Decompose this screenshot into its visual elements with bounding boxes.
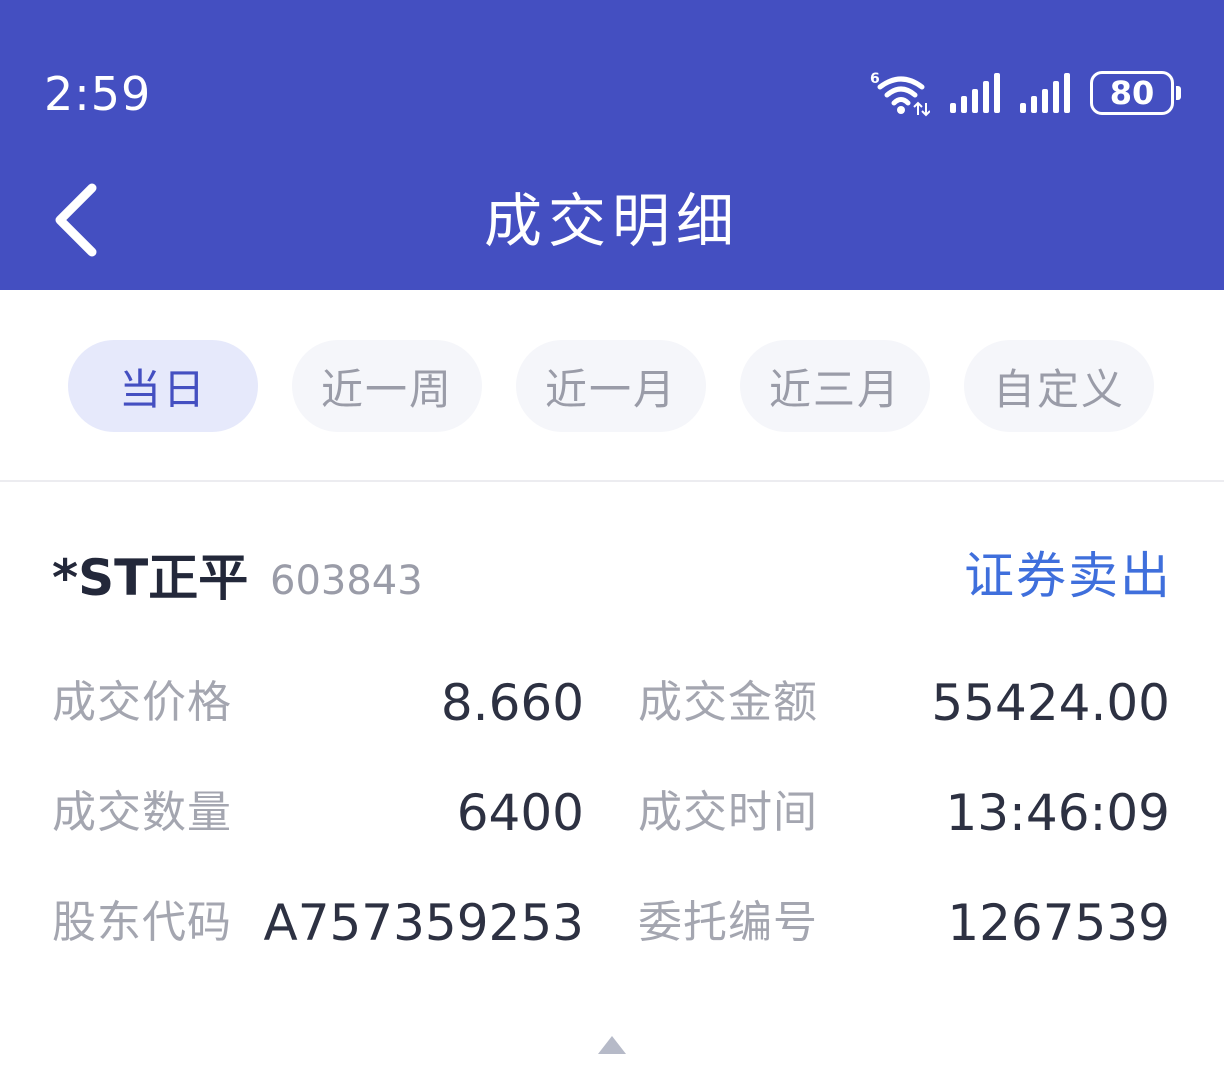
holder-code-value: A757359253 [263,894,584,952]
status-time: 2:59 [44,67,152,121]
nav-bar: 成交明细 [0,150,1224,290]
battery-icon: 80 [1090,71,1181,115]
signal-icon [1020,73,1070,113]
detail-row: 成交数量 6400 成交时间 13:46:09 [0,778,1224,848]
triangle-up-icon [598,1036,626,1054]
date-range-tabs: 当日 近一周 近一月 近三月 自定义 [0,290,1224,482]
tab-custom[interactable]: 自定义 [964,340,1154,432]
trade-record[interactable]: *ST正平 603843 证券卖出 成交价格 8.660 成交金额 55424.… [0,484,1224,1024]
wifi-badge: 6 [870,71,880,87]
tab-today[interactable]: 当日 [68,340,258,432]
app-header: 2:59 6 80 成交明细 [0,0,1224,290]
status-bar: 2:59 6 80 [0,0,1224,150]
detail-row: 成交价格 8.660 成交金额 55424.00 [0,668,1224,738]
detail-row: 股东代码 A757359253 委托编号 1267539 [0,888,1224,958]
battery-level: 80 [1109,74,1155,112]
quantity-label: 成交数量 [52,787,232,838]
price-value: 8.660 [440,674,584,732]
order-number-label: 委托编号 [638,897,818,948]
collapse-toggle[interactable] [596,1034,628,1056]
amount-label: 成交金额 [638,677,818,728]
holder-code-label: 股东代码 [52,897,232,948]
order-number-value: 1267539 [947,894,1170,952]
quantity-value: 6400 [456,784,584,842]
trade-type: 证券卖出 [964,547,1172,605]
amount-value: 55424.00 [931,674,1170,732]
status-icons: 6 80 [870,68,1181,118]
wifi-icon: 6 [870,69,930,117]
tab-last-three-months[interactable]: 近三月 [740,340,930,432]
tab-last-week[interactable]: 近一周 [292,340,482,432]
signal-icon [950,73,1000,113]
stock-code: 603843 [270,558,423,604]
stock-name: *ST正平 [52,549,249,607]
page-title: 成交明细 [483,187,740,255]
tab-last-month[interactable]: 近一月 [516,340,706,432]
price-label: 成交价格 [52,677,232,728]
time-label: 成交时间 [638,787,818,838]
time-value: 13:46:09 [945,784,1170,842]
